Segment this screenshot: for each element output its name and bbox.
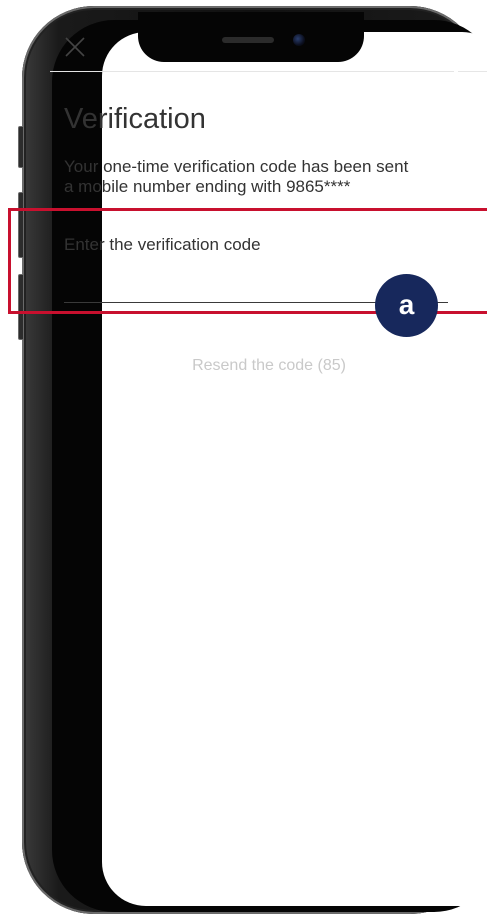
callout-badge: a (375, 274, 438, 337)
page-title: Verification (64, 103, 206, 135)
verification-description: Your one-time verification code has been… (64, 157, 454, 197)
close-icon (65, 37, 85, 57)
speaker-grille (222, 37, 274, 43)
header-divider (50, 71, 454, 72)
phone-bezel (52, 20, 487, 912)
screenshot-stage: Verification Your one-time verification … (0, 0, 487, 917)
mute-switch (18, 126, 24, 168)
description-line-2: a mobile number ending with 9865**** (64, 177, 351, 196)
front-camera-icon (293, 34, 305, 46)
phone-frame (18, 6, 487, 914)
description-line-1: Your one-time verification code has been… (64, 157, 409, 176)
resend-code-button[interactable]: Resend the code (85) (64, 357, 474, 375)
close-button[interactable] (62, 34, 88, 60)
header-divider-outside (458, 71, 487, 72)
